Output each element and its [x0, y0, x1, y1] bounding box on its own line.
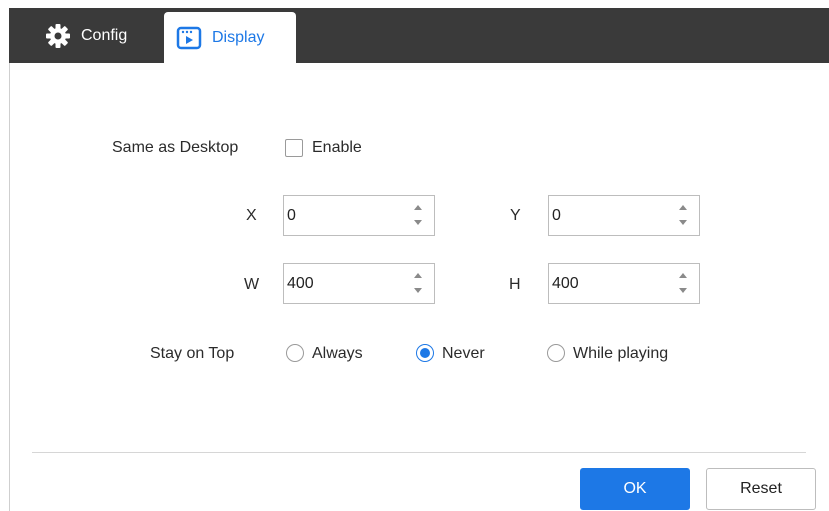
w-label: W — [244, 276, 260, 293]
radio-always-label[interactable]: Always — [312, 345, 363, 363]
tab-bar: Config Display — [9, 8, 829, 63]
radio-never[interactable] — [416, 344, 434, 362]
y-decrement-arrow[interactable] — [679, 220, 687, 225]
enable-checkbox-label[interactable]: Enable — [312, 139, 362, 157]
tab-config[interactable]: Config — [9, 8, 157, 63]
reset-button[interactable]: Reset — [706, 468, 816, 510]
h-value: 400 — [552, 275, 579, 292]
ok-button[interactable]: OK — [580, 468, 690, 510]
radio-while-playing-label[interactable]: While playing — [573, 345, 668, 363]
w-value: 400 — [287, 275, 314, 292]
radio-always[interactable] — [286, 344, 304, 362]
tab-display-label: Display — [212, 28, 265, 46]
same-as-desktop-label: Same as Desktop — [112, 139, 239, 156]
tab-display[interactable]: Display — [164, 12, 296, 63]
w-spinbox[interactable]: 400 — [283, 263, 435, 304]
play-screen-icon — [176, 26, 202, 49]
y-increment-arrow[interactable] — [679, 205, 687, 210]
x-value: 0 — [287, 207, 296, 224]
x-increment-arrow[interactable] — [414, 205, 422, 210]
x-decrement-arrow[interactable] — [414, 220, 422, 225]
h-decrement-arrow[interactable] — [679, 288, 687, 293]
footer-divider — [32, 452, 806, 453]
enable-checkbox[interactable] — [285, 139, 303, 157]
h-spinbox[interactable]: 400 — [548, 263, 700, 304]
window-top-edge — [0, 0, 829, 8]
x-spinbox[interactable]: 0 — [283, 195, 435, 236]
tab-config-label: Config — [81, 26, 128, 44]
y-spinbox[interactable]: 0 — [548, 195, 700, 236]
x-label: X — [246, 207, 257, 224]
stay-on-top-label: Stay on Top — [150, 345, 235, 362]
y-label: Y — [510, 207, 521, 224]
h-label: H — [509, 276, 521, 293]
w-increment-arrow[interactable] — [414, 273, 422, 278]
radio-never-label[interactable]: Never — [442, 345, 485, 363]
w-decrement-arrow[interactable] — [414, 288, 422, 293]
h-increment-arrow[interactable] — [679, 273, 687, 278]
gear-icon — [46, 23, 70, 48]
window-border — [9, 63, 10, 511]
radio-while-playing[interactable] — [547, 344, 565, 362]
y-value: 0 — [552, 207, 561, 224]
